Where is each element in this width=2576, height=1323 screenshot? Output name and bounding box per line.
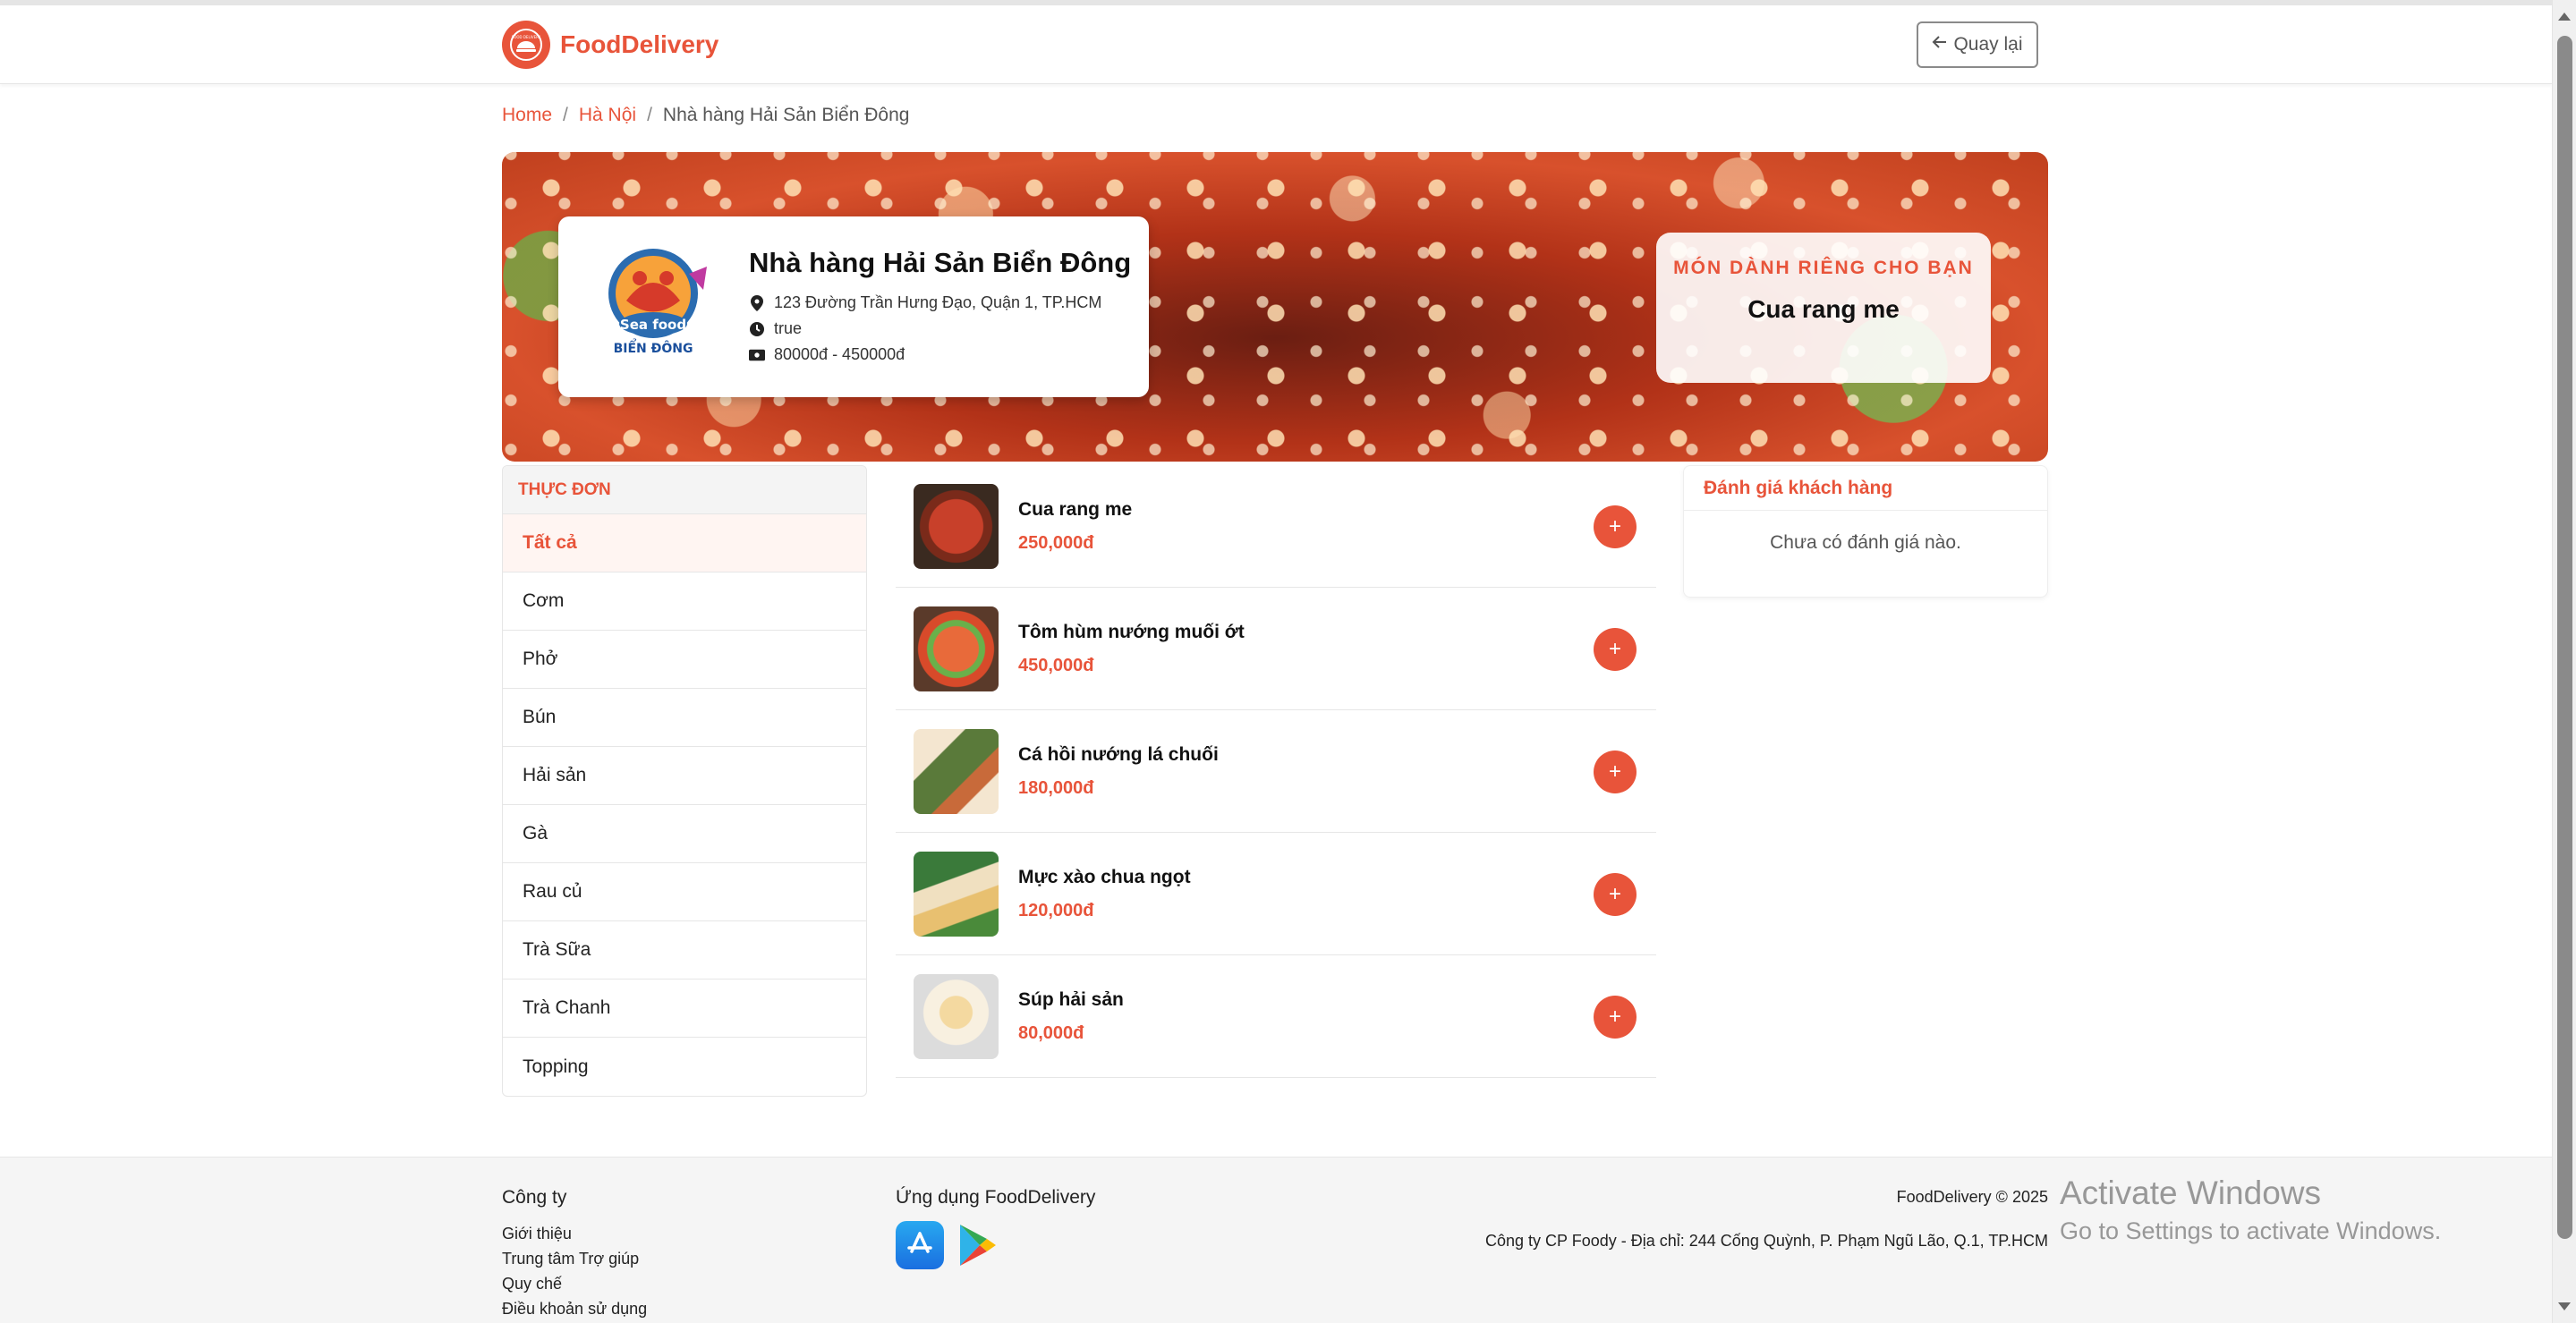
footer-link-terms[interactable]: Điều khoản sử dụng — [502, 1296, 647, 1321]
menu-item-tra-sua[interactable]: Trà Sữa — [503, 921, 866, 980]
menu-heading: THỰC ĐƠN — [503, 466, 866, 514]
dish-image — [914, 483, 999, 569]
scroll-up-arrow-icon[interactable] — [2558, 13, 2571, 21]
menu-item-pho[interactable]: Phở — [503, 631, 866, 689]
dish-price: 120,000đ — [1018, 900, 1094, 920]
page-scrollbar[interactable] — [2552, 0, 2576, 1323]
restaurant-logo-line2: BIỂN ĐÔNG — [614, 338, 693, 356]
reviews-empty-message: Chưa có đánh giá nào. — [1770, 532, 1961, 553]
dish-price: 450,000đ — [1018, 655, 1094, 675]
restaurant-price-range: 80000đ - 450000đ — [774, 345, 905, 363]
scroll-thumb[interactable] — [2557, 36, 2572, 1239]
brand-logo-icon: FOOD DELIVERY — [502, 21, 550, 69]
menu-item-all[interactable]: Tất cả — [503, 514, 866, 572]
special-dish-name: Cua rang me — [1747, 295, 1900, 323]
dish-image — [914, 973, 999, 1059]
restaurant-banner: Sea food BIỂN ĐÔNG Nhà hàng Hải Sản Biển… — [502, 152, 2048, 462]
restaurant-logo-line1: Sea food — [620, 317, 686, 333]
dish-price: 80,000đ — [1018, 1022, 1084, 1043]
restaurant-logo: Sea food BIỂN ĐÔNG — [599, 238, 718, 372]
menu-item-rau-cu[interactable]: Rau củ — [503, 863, 866, 921]
special-dish-card[interactable]: MÓN DÀNH RIÊNG CHO BẠN Cua rang me — [1656, 233, 1991, 383]
footer-link-rules[interactable]: Quy chế — [502, 1271, 647, 1296]
footer-app-title: Ứng dụng FoodDelivery — [896, 1187, 1096, 1208]
add-to-cart-button[interactable]: + — [1594, 505, 1637, 548]
dish-name: Súp hải sản — [1018, 988, 1124, 1010]
footer-app: Ứng dụng FoodDelivery — [896, 1187, 1095, 1274]
brand-name[interactable]: FoodDelivery — [560, 30, 718, 59]
clock-icon — [749, 321, 765, 337]
breadcrumb-separator: / — [647, 105, 652, 125]
brand-logo-text: FOOD DELIVERY — [512, 35, 541, 39]
add-to-cart-button[interactable]: + — [1594, 628, 1637, 671]
menu-item-bun[interactable]: Bún — [503, 689, 866, 747]
list-item: Mực xào chua ngọt 120,000đ + — [896, 833, 1656, 955]
dish-price: 250,000đ — [1018, 532, 1094, 553]
money-icon — [749, 349, 765, 361]
watermark-line1: Activate Windows — [2060, 1175, 2321, 1211]
footer-copyright: FoodDelivery © 2025 — [1896, 1188, 2048, 1206]
dish-image — [914, 851, 999, 937]
restaurant-hours-row: true — [749, 316, 1131, 342]
add-to-cart-button[interactable]: + — [1594, 751, 1637, 793]
menu-item-ga[interactable]: Gà — [503, 805, 866, 863]
dish-name: Tôm hùm nướng muối ớt — [1018, 621, 1245, 642]
app-store-icon[interactable] — [896, 1221, 944, 1269]
restaurant-info-card: Sea food BIỂN ĐÔNG Nhà hàng Hải Sản Biển… — [558, 216, 1149, 397]
list-item: Tôm hùm nướng muối ớt 450,000đ + — [896, 588, 1656, 710]
back-button-label: Quay lại — [1953, 34, 2023, 55]
special-dish-title: MÓN DÀNH RIÊNG CHO BẠN — [1673, 258, 1974, 278]
footer-address: Công ty CP Foody - Địa chỉ: 244 Cống Quỳ… — [1485, 1232, 2048, 1250]
menu-item-topping[interactable]: Topping — [503, 1038, 866, 1096]
menu-item-com[interactable]: Cơm — [503, 572, 866, 631]
breadcrumb-current: Nhà hàng Hải Sản Biển Đông — [662, 105, 910, 125]
breadcrumb-city[interactable]: Hà Nội — [579, 105, 636, 126]
menu-sidebar: THỰC ĐƠN Tất cả Cơm Phở Bún Hải sản Gà R… — [502, 465, 867, 1097]
brand[interactable]: FOOD DELIVERY FoodDelivery — [502, 21, 718, 69]
arrow-left-icon — [1932, 34, 1948, 55]
dish-name: Cua rang me — [1018, 498, 1133, 520]
breadcrumb-separator: / — [563, 105, 568, 125]
breadcrumb: Home / Hà Nội / Nhà hàng Hải Sản Biển Đô… — [502, 105, 909, 126]
dish-list: Cua rang me 250,000đ + Tôm hùm nướng muố… — [896, 465, 1656, 1078]
reviews-panel: Đánh giá khách hàng Chưa có đánh giá nào… — [1683, 465, 2048, 598]
map-pin-icon — [749, 294, 765, 311]
navbar: FOOD DELIVERY FoodDelivery Quay lại — [0, 5, 2552, 84]
scroll-down-arrow-icon[interactable] — [2558, 1302, 2571, 1310]
dish-name: Mực xào chua ngọt — [1018, 866, 1191, 887]
footer-company: Công ty Giới thiệu Trung tâm Trợ giúp Qu… — [502, 1187, 647, 1321]
restaurant-hours: true — [774, 319, 803, 337]
add-to-cart-button[interactable]: + — [1594, 996, 1637, 1039]
reviews-title: Đánh giá khách hàng — [1684, 466, 2047, 511]
activate-windows-watermark: Activate Windows Go to Settings to activ… — [2060, 1175, 2441, 1245]
footer-company-title: Công ty — [502, 1187, 567, 1208]
watermark-line2: Go to Settings to activate Windows. — [2060, 1217, 2442, 1244]
menu-item-tra-chanh[interactable]: Trà Chanh — [503, 980, 866, 1038]
footer-link-help[interactable]: Trung tâm Trợ giúp — [502, 1246, 647, 1271]
list-item: Cá hồi nướng lá chuối 180,000đ + — [896, 710, 1656, 833]
list-item: Súp hải sản 80,000đ + — [896, 955, 1656, 1078]
dish-image — [914, 728, 999, 814]
footer-link-about[interactable]: Giới thiệu — [502, 1221, 647, 1246]
restaurant-name: Nhà hàng Hải Sản Biển Đông — [749, 247, 1132, 278]
breadcrumb-home[interactable]: Home — [502, 105, 552, 126]
restaurant-address: 123 Đường Trần Hưng Đạo, Quận 1, TP.HCM — [774, 293, 1102, 311]
restaurant-address-row: 123 Đường Trần Hưng Đạo, Quận 1, TP.HCM — [749, 290, 1131, 316]
dish-image — [914, 606, 999, 691]
restaurant-price-row: 80000đ - 450000đ — [749, 342, 1131, 368]
menu-item-hai-san[interactable]: Hải sản — [503, 747, 866, 805]
dish-name: Cá hồi nướng lá chuối — [1018, 743, 1219, 765]
back-button[interactable]: Quay lại — [1917, 21, 2038, 68]
google-play-icon[interactable] — [953, 1221, 1001, 1274]
list-item: Cua rang me 250,000đ + — [896, 465, 1656, 588]
footer-right: FoodDelivery © 2025 Công ty CP Foody - Đ… — [1485, 1188, 2048, 1251]
dish-price: 180,000đ — [1018, 777, 1094, 798]
add-to-cart-button[interactable]: + — [1594, 873, 1637, 916]
